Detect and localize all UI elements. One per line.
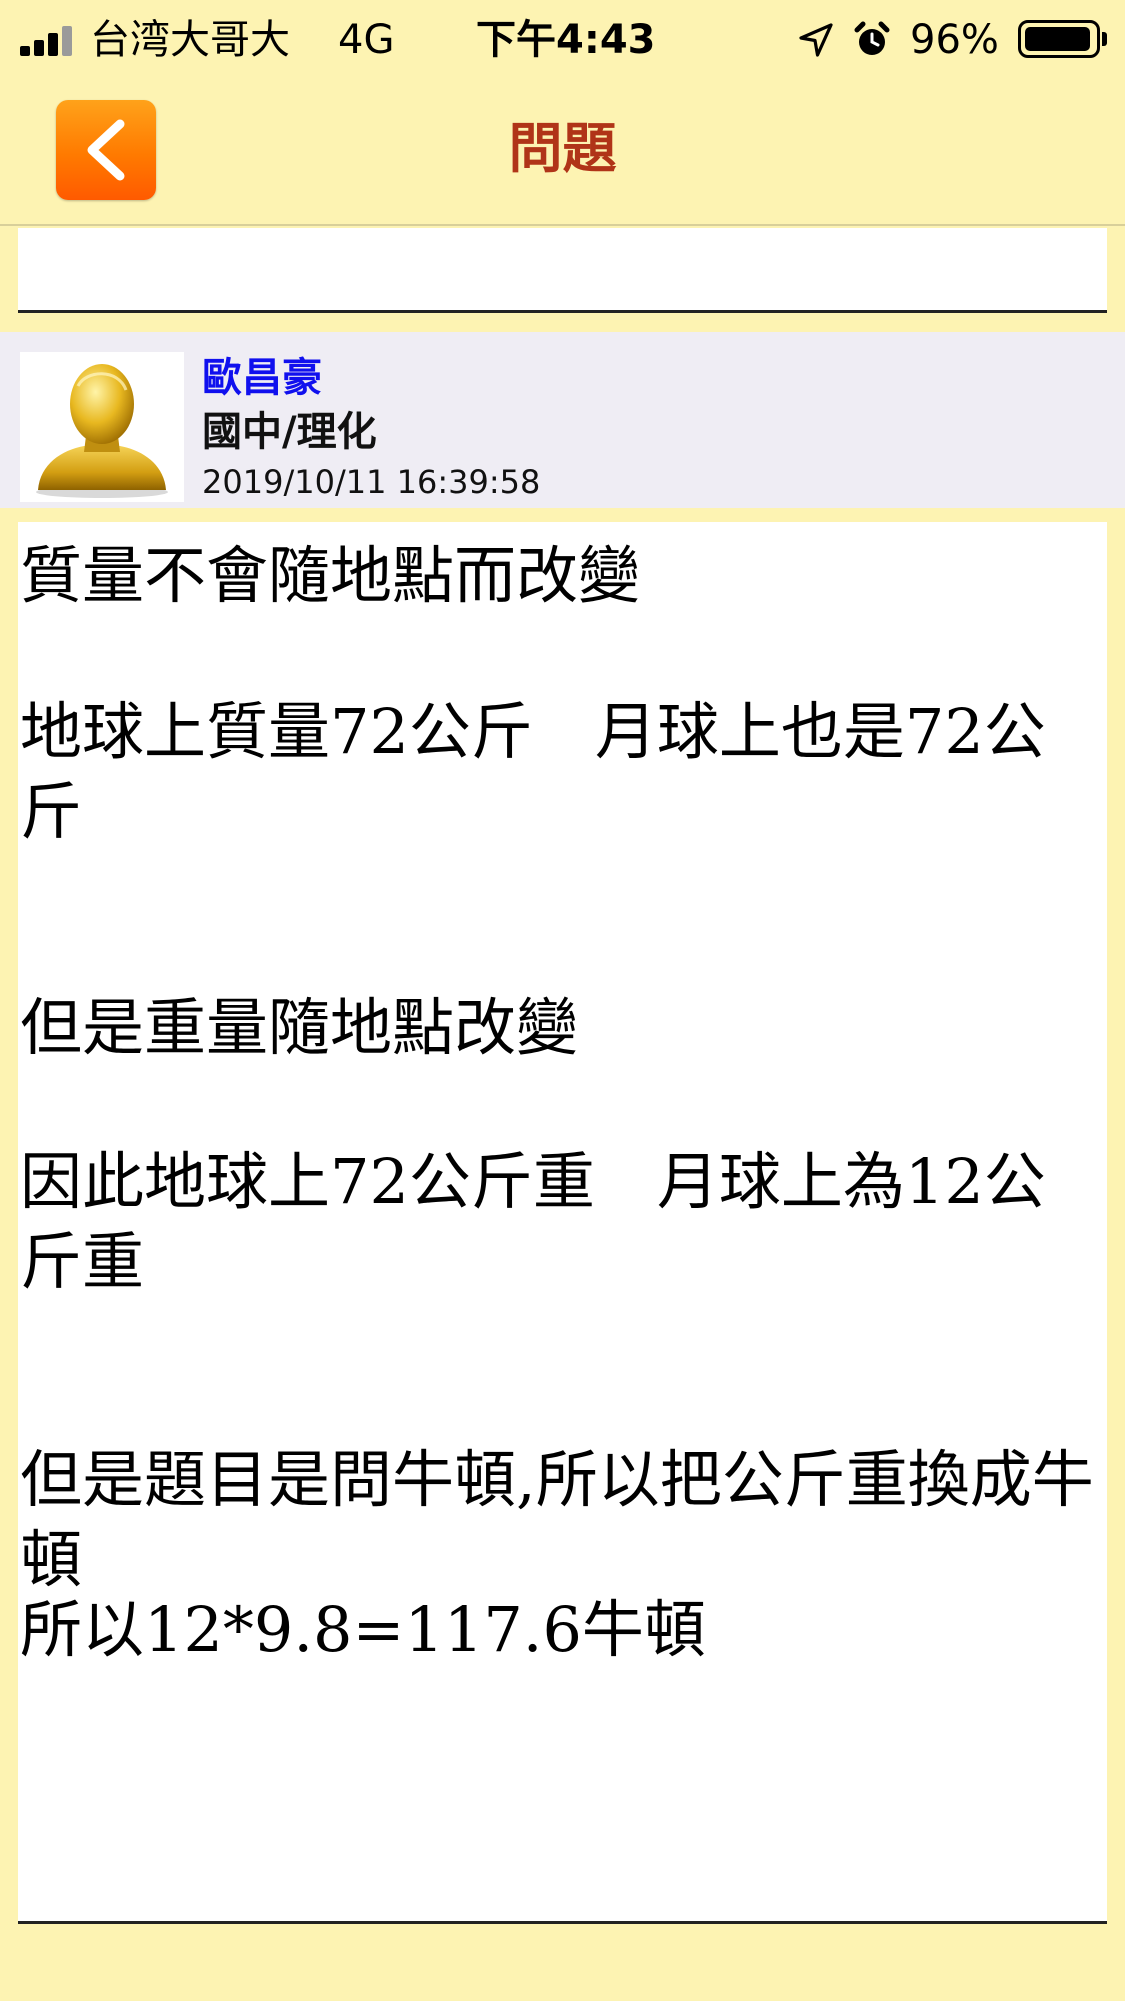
answer-author-header: 歐昌豪 國中/理化 2019/10/11 16:39:58	[0, 332, 1125, 508]
page-title: 問題	[508, 117, 617, 180]
battery-percentage: 96%	[910, 17, 999, 63]
answer-line: 所以12*9.8=117.6牛頓	[20, 1593, 706, 1666]
alarm-clock-icon	[854, 21, 890, 55]
user-bust-icon	[36, 364, 168, 498]
answer-body: 質量不會隨地點而改變 地球上質量72公斤 月球上也是72公斤 但是重量隨地點改變…	[18, 522, 1107, 1924]
location-arrow-icon	[799, 23, 833, 57]
answer-line: 因此地球上72公斤重 月球上為12公斤重	[20, 1145, 1046, 1298]
answer-line: 質量不會隨地點而改變	[20, 539, 641, 612]
signal-strength-icon	[20, 24, 78, 56]
post-timestamp: 2019/10/11 16:39:58	[202, 463, 541, 501]
navigation-bar: 問題	[0, 80, 1125, 226]
answer-screen: 台湾大哥大 4G 下午4:43 96% 問題 歐昌豪 國中/理化 2019/10…	[0, 0, 1125, 2001]
carrier-name: 台湾大哥大	[90, 17, 290, 63]
avatar	[20, 352, 184, 502]
answer-line: 但是重量隨地點改變	[20, 991, 579, 1064]
status-time: 下午4:43	[476, 17, 656, 63]
battery-fill	[1025, 27, 1090, 51]
status-bar: 台湾大哥大 4G 下午4:43 96%	[0, 0, 1125, 80]
answer-line: 但是題目是問牛頓,所以把公斤重換成牛頓	[20, 1443, 1094, 1596]
answer-line: 地球上質量72公斤 月球上也是72公斤	[20, 695, 1046, 848]
battery-tip	[1102, 32, 1107, 46]
battery-icon	[1018, 20, 1100, 58]
author-name[interactable]: 歐昌豪	[202, 352, 322, 404]
question-area-bottom	[18, 228, 1107, 313]
author-category: 國中/理化	[202, 409, 377, 455]
network-type: 4G	[338, 17, 395, 63]
